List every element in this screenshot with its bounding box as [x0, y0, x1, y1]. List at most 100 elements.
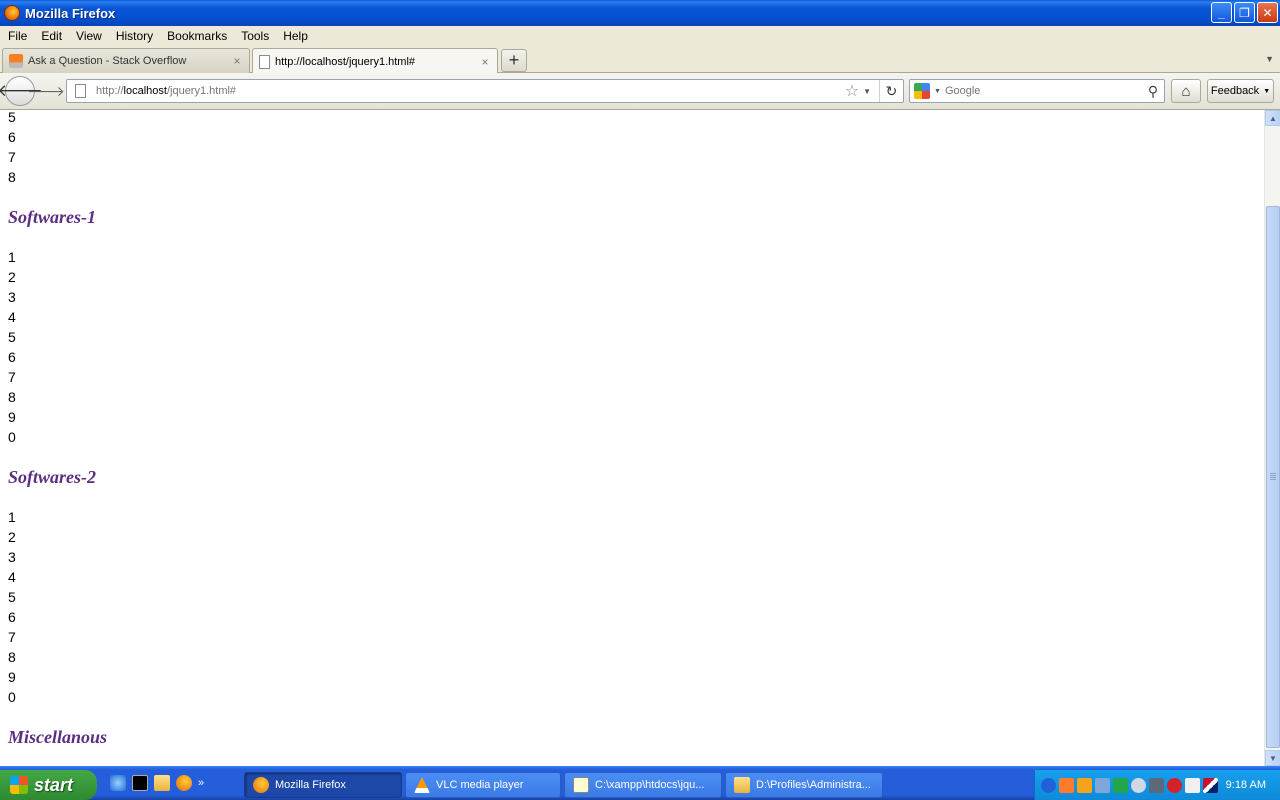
vlc-tray-icon[interactable] — [1077, 777, 1092, 793]
scrollbar-grip — [1270, 473, 1276, 481]
section-heading-softwares-1[interactable]: Softwares-1 — [8, 207, 107, 227]
url-host: localhost — [123, 85, 167, 97]
list-item: 4 — [8, 309, 16, 325]
chat-icon[interactable] — [1131, 777, 1146, 793]
list-item: 3 — [8, 549, 16, 565]
language-flag-icon[interactable] — [1203, 777, 1218, 793]
window-controls: _ ❐ ✕ — [1211, 2, 1278, 23]
close-window-button[interactable]: ✕ — [1257, 2, 1278, 23]
network-icon[interactable] — [1095, 777, 1110, 793]
quick-launch: » — [110, 775, 204, 791]
taskbar-item-label: VLC media player — [436, 779, 524, 791]
taskbar-item-label: C:\xampp\htdocs\jqu... — [595, 779, 705, 791]
menu-help[interactable]: Help — [276, 29, 315, 43]
home-button[interactable]: ⌂ — [1171, 79, 1201, 103]
q-app-icon[interactable] — [1113, 777, 1128, 793]
list-item: 4 — [8, 569, 16, 585]
menu-tools[interactable]: Tools — [234, 29, 276, 43]
tray-expand-icon[interactable] — [1041, 777, 1056, 793]
taskbar: start » Mozilla Firefox VLC media player… — [0, 766, 1280, 800]
taskbar-item-label: Mozilla Firefox — [275, 779, 346, 791]
feedback-label: Feedback — [1210, 85, 1260, 97]
page-icon — [259, 54, 270, 69]
tab-strip: Ask a Question - Stack Overflow × http:/… — [0, 46, 1280, 74]
window-title: Mozilla Firefox — [25, 5, 116, 21]
taskbar-item-firefox[interactable]: Mozilla Firefox — [244, 772, 402, 798]
taskbar-item-label: D:\Profiles\Administra... — [756, 779, 871, 791]
adobe-icon[interactable] — [1167, 777, 1182, 793]
list-all-tabs-icon[interactable]: ▼ — [1265, 54, 1274, 64]
folder-icon[interactable] — [154, 775, 170, 791]
folder-icon — [734, 777, 750, 793]
scroll-down-icon[interactable]: ▼ — [1265, 750, 1280, 766]
tab-localhost[interactable]: http://localhost/jquery1.html# × — [252, 48, 498, 74]
start-button[interactable]: start — [0, 770, 97, 800]
usb-icon[interactable] — [1185, 777, 1200, 793]
menu-bookmarks[interactable]: Bookmarks — [160, 29, 234, 43]
list-item: 8 — [8, 649, 16, 665]
page-icon — [75, 84, 86, 98]
list-item: 3 — [8, 289, 16, 305]
minimize-button[interactable]: _ — [1211, 2, 1232, 23]
menu-history[interactable]: History — [109, 29, 160, 43]
scrollbar-thumb[interactable] — [1266, 206, 1280, 748]
list-item: 0 — [8, 429, 16, 445]
vlc-icon — [414, 777, 430, 793]
chevron-down-icon: ▼ — [1263, 87, 1271, 95]
search-bar: ▼ ⚲ — [909, 79, 1165, 103]
list-item: 1 — [8, 509, 16, 525]
menu-edit[interactable]: Edit — [34, 29, 69, 43]
taskbar-item-explorer[interactable]: D:\Profiles\Administra... — [725, 772, 883, 798]
stack-overflow-icon — [9, 54, 23, 68]
list-item: 2 — [8, 529, 16, 545]
xampp-icon[interactable] — [1059, 777, 1074, 793]
url-path: /jquery1.html# — [166, 85, 237, 97]
list-item: 0 — [8, 689, 16, 705]
url-text[interactable]: http://localhost/jquery1.html# — [96, 85, 845, 97]
clock[interactable]: 9:18 AM — [1226, 779, 1266, 791]
menu-view[interactable]: View — [69, 29, 109, 43]
new-tab-button[interactable]: + — [501, 49, 527, 72]
restore-button[interactable]: ❐ — [1234, 2, 1255, 23]
firefox-icon — [253, 777, 269, 793]
url-history-dropdown-icon[interactable]: ▼ — [863, 87, 871, 96]
search-magnifier-icon[interactable]: ⚲ — [1142, 83, 1164, 100]
list-item: 8 — [8, 169, 16, 185]
internet-explorer-icon[interactable] — [110, 775, 126, 791]
navigation-toolbar: 🡐 🡒 http://localhost/jquery1.html# ☆ ▼ ↻… — [0, 73, 1280, 110]
url-bar[interactable]: http://localhost/jquery1.html# ☆ ▼ ↻ — [66, 79, 904, 103]
list-item: 9 — [8, 409, 16, 425]
list-item: 1 — [8, 249, 16, 265]
search-engine-dropdown-icon[interactable]: ▼ — [934, 88, 941, 95]
scroll-up-icon[interactable]: ▲ — [1265, 110, 1280, 126]
list-item: 5 — [8, 110, 16, 125]
taskbar-item-vlc[interactable]: VLC media player — [405, 772, 561, 798]
tool-icon[interactable] — [1149, 777, 1164, 793]
list-item: 7 — [8, 629, 16, 645]
vertical-scrollbar[interactable]: ▲ ▼ — [1264, 110, 1280, 766]
notepad-icon — [573, 777, 589, 793]
menu-file[interactable]: File — [0, 29, 34, 43]
firefox-icon — [4, 5, 20, 21]
content-body: 5 6 7 8 Softwares-1 1 2 3 4 5 6 7 8 9 0 … — [8, 110, 107, 766]
feedback-button[interactable]: Feedback ▼ — [1207, 79, 1274, 103]
reload-icon[interactable]: ↻ — [879, 80, 903, 102]
windows-logo-icon — [10, 776, 28, 794]
section-heading-miscellanous[interactable]: Miscellanous — [8, 727, 107, 747]
system-tray: 9:18 AM — [1034, 770, 1280, 800]
section-heading-softwares-2[interactable]: Softwares-2 — [8, 467, 107, 487]
search-input[interactable] — [944, 85, 1142, 97]
list-item: 2 — [8, 269, 16, 285]
tab-close-icon[interactable]: × — [231, 54, 243, 68]
url-scheme: http:// — [96, 85, 124, 97]
command-prompt-icon[interactable] — [132, 775, 148, 791]
menu-bar: File Edit View History Bookmarks Tools H… — [0, 26, 1280, 46]
google-icon[interactable] — [914, 83, 930, 99]
tab-close-icon[interactable]: × — [479, 55, 491, 69]
firefox-icon[interactable] — [176, 775, 192, 791]
taskbar-item-notepad[interactable]: C:\xampp\htdocs\jqu... — [564, 772, 722, 798]
forward-button[interactable]: 🡒 — [27, 81, 65, 101]
tab-stack-overflow[interactable]: Ask a Question - Stack Overflow × — [2, 48, 250, 73]
quick-launch-more-icon[interactable]: » — [198, 777, 204, 789]
bookmark-star-icon[interactable]: ☆ — [845, 81, 859, 101]
